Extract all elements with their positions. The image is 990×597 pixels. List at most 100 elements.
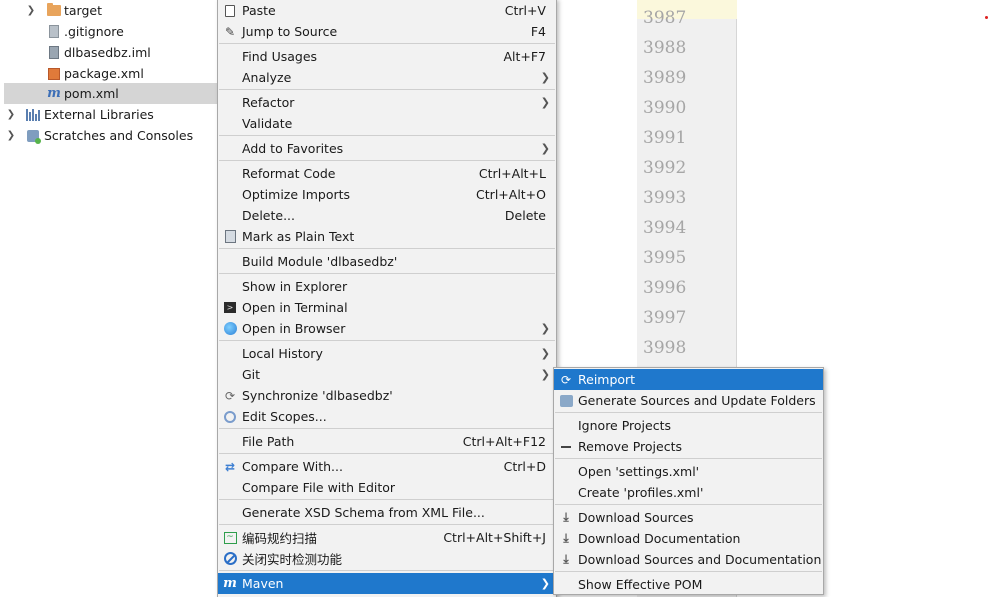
line-number: 3992 — [643, 158, 687, 178]
menu-item-local-history[interactable]: Local History ❯ — [218, 343, 556, 364]
menu-item-label: Paste — [242, 3, 276, 18]
menu-item-show-effective-pom[interactable]: Show Effective POM — [554, 574, 823, 595]
maven-submenu: ⟳ Reimport Generate Sources and Update F… — [553, 367, 824, 595]
menu-item-compare-with[interactable]: ⇄ Compare With... Ctrl+D — [218, 456, 556, 477]
menu-item-open-in-terminal[interactable]: > Open in Terminal — [218, 297, 556, 318]
menu-item-open-settings-xml[interactable]: Open 'settings.xml' — [554, 461, 823, 482]
tree-item-target[interactable]: ❯ target — [4, 0, 218, 21]
menu-item-git[interactable]: Git ❯ — [218, 364, 556, 385]
menu-item-shortcut: Ctrl+Alt+O — [476, 187, 546, 202]
chevron-right-icon: ❯ — [540, 142, 550, 155]
menu-separator — [555, 504, 822, 505]
menu-item-disable-realtime-check[interactable]: 关闭实时检测功能 — [218, 548, 556, 569]
menu-separator — [219, 428, 555, 429]
line-number: 3990 — [643, 98, 687, 118]
download-icon: ⤓ — [563, 552, 569, 566]
tree-item-label: target — [64, 3, 103, 18]
menu-item-reimport[interactable]: ⟳ Reimport — [554, 369, 823, 390]
menu-item-download-sources[interactable]: ⤓ Download Sources — [554, 507, 823, 528]
ide-window: ❯ target .gitignore dlbasedbz.iml packag… — [0, 0, 990, 597]
menu-item-label: Ignore Projects — [578, 418, 671, 433]
line-number: 3994 — [643, 218, 687, 238]
menu-item-file-path[interactable]: File Path Ctrl+Alt+F12 — [218, 431, 556, 452]
tree-item-external-libraries[interactable]: ❯ External Libraries — [4, 104, 218, 125]
menu-item-ignore-projects[interactable]: Ignore Projects — [554, 415, 823, 436]
menu-item-edit-scopes[interactable]: Edit Scopes... — [218, 406, 556, 427]
menu-item-shortcut: F4 — [530, 24, 546, 39]
tree-item-label: dlbasedbz.iml — [64, 45, 151, 60]
menu-item-generate-xsd[interactable]: Generate XSD Schema from XML File... — [218, 502, 556, 523]
maven-icon: m — [223, 576, 237, 591]
compare-icon: ⇄ — [224, 459, 236, 474]
menu-item-compare-file-with-editor[interactable]: Compare File with Editor — [218, 477, 556, 498]
menu-separator — [219, 273, 555, 274]
menu-item-shortcut: Ctrl+Alt+Shift+J — [443, 530, 546, 545]
menu-item-jump-to-source[interactable]: ✎ Jump to Source F4 — [218, 21, 556, 42]
menu-item-label: Analyze — [242, 70, 292, 85]
menu-item-build-module[interactable]: Build Module 'dlbasedbz' — [218, 251, 556, 272]
menu-item-label: Open in Browser — [242, 321, 346, 336]
menu-item-add-to-favorites[interactable]: Add to Favorites ❯ — [218, 138, 556, 159]
menu-separator — [219, 499, 555, 500]
line-number: 3987 — [643, 8, 687, 28]
menu-item-paste[interactable]: Paste Ctrl+V — [218, 0, 556, 21]
context-menu: Paste Ctrl+V ✎ Jump to Source F4 Find Us… — [217, 0, 557, 597]
menu-item-label: Reformat Code — [242, 166, 336, 181]
menu-item-validate[interactable]: Validate — [218, 113, 556, 134]
chevron-right-icon[interactable]: ❯ — [6, 109, 16, 120]
chevron-right-icon: ❯ — [540, 577, 550, 590]
menu-item-download-documentation[interactable]: ⤓ Download Documentation — [554, 528, 823, 549]
menu-item-find-usages[interactable]: Find Usages Alt+F7 — [218, 46, 556, 67]
error-marker-icon — [985, 16, 988, 19]
chevron-right-icon: ❯ — [540, 71, 550, 84]
menu-separator — [555, 458, 822, 459]
menu-item-label: Download Documentation — [578, 531, 741, 546]
menu-separator — [219, 89, 555, 90]
menu-item-shortcut: Alt+F7 — [503, 49, 546, 64]
menu-item-mark-as-plain-text[interactable]: Mark as Plain Text — [218, 226, 556, 247]
tree-item-label: .gitignore — [64, 24, 124, 39]
menu-item-label: Compare File with Editor — [242, 480, 396, 495]
menu-item-remove-projects[interactable]: Remove Projects — [554, 436, 823, 457]
menu-item-label: Maven — [242, 576, 284, 591]
menu-item-code-scan[interactable]: ~ 编码规约扫描 Ctrl+Alt+Shift+J — [218, 527, 556, 548]
menu-item-refactor[interactable]: Refactor ❯ — [218, 92, 556, 113]
menu-item-generate-sources[interactable]: Generate Sources and Update Folders — [554, 390, 823, 411]
chevron-right-icon: ❯ — [540, 96, 550, 109]
menu-item-analyze[interactable]: Analyze ❯ — [218, 67, 556, 88]
tree-item-pom-xml[interactable]: m pom.xml — [4, 83, 218, 104]
chevron-right-icon[interactable]: ❯ — [26, 5, 36, 16]
menu-item-label: Mark as Plain Text — [242, 229, 355, 244]
menu-item-label: Jump to Source — [242, 24, 338, 39]
menu-item-label: Refactor — [242, 95, 295, 110]
menu-item-shortcut: Delete — [504, 208, 546, 223]
tree-item-iml[interactable]: dlbasedbz.iml — [4, 42, 218, 63]
menu-item-label: Delete... — [242, 208, 295, 223]
menu-item-create-profiles-xml[interactable]: Create 'profiles.xml' — [554, 482, 823, 503]
menu-item-synchronize[interactable]: ⟳ Synchronize 'dlbasedbz' — [218, 385, 556, 406]
generate-sources-icon — [559, 394, 573, 408]
menu-item-label: Show Effective POM — [578, 577, 703, 592]
menu-item-reformat-code[interactable]: Reformat Code Ctrl+Alt+L — [218, 163, 556, 184]
menu-item-delete[interactable]: Delete... Delete — [218, 205, 556, 226]
line-number: 3996 — [643, 278, 687, 298]
minus-icon — [559, 440, 573, 454]
tree-item-label: External Libraries — [44, 107, 154, 122]
menu-item-optimize-imports[interactable]: Optimize Imports Ctrl+Alt+O — [218, 184, 556, 205]
menu-item-label: Show in Explorer — [242, 279, 348, 294]
menu-item-show-in-explorer[interactable]: Show in Explorer — [218, 276, 556, 297]
pencil-icon: ✎ — [224, 24, 236, 39]
chevron-right-icon[interactable]: ❯ — [6, 130, 16, 141]
tree-item-package-xml[interactable]: package.xml — [4, 63, 218, 84]
tree-item-label: pom.xml — [64, 86, 119, 101]
clipboard-icon — [223, 4, 237, 18]
sync-icon: ⟳ — [224, 388, 236, 403]
tree-item-scratches[interactable]: ❯ Scratches and Consoles — [4, 125, 218, 146]
plain-text-icon — [223, 230, 237, 244]
tree-item-gitignore[interactable]: .gitignore — [4, 21, 218, 42]
terminal-icon: > — [223, 301, 237, 315]
menu-item-open-in-browser[interactable]: Open in Browser ❯ — [218, 318, 556, 339]
menu-item-download-sources-and-docs[interactable]: ⤓ Download Sources and Documentation — [554, 549, 823, 570]
menu-separator — [219, 43, 555, 44]
menu-item-maven[interactable]: m Maven ❯ — [218, 573, 556, 594]
